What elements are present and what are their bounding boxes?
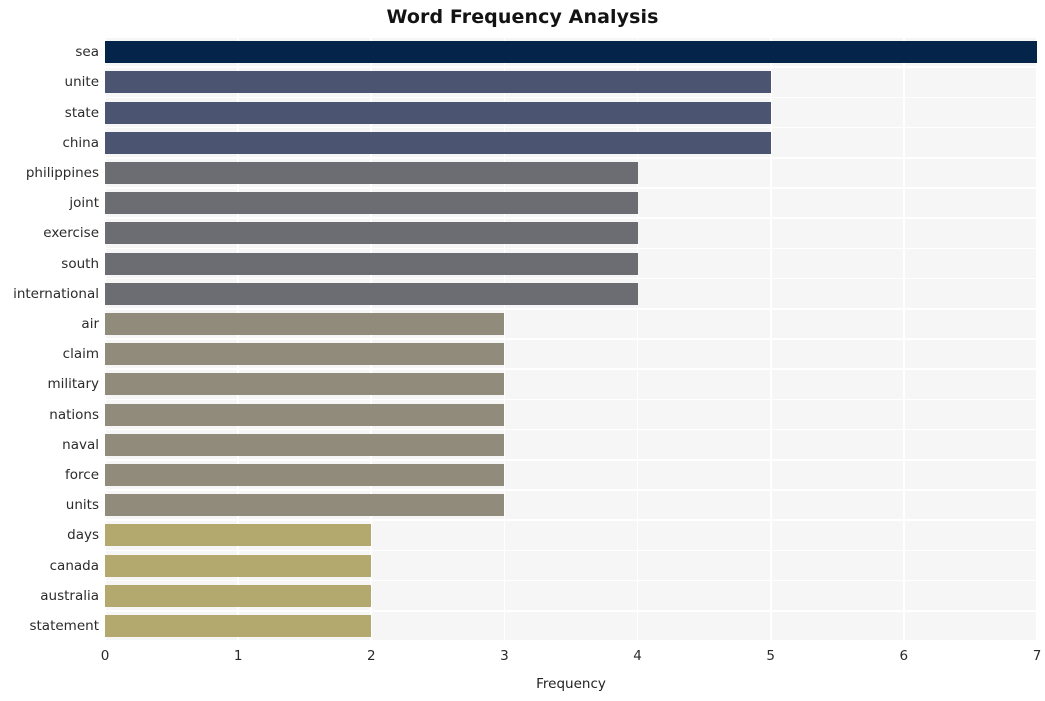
bar-south xyxy=(105,252,638,275)
gridline-y-20 xyxy=(105,640,1037,641)
y-tick-label-days: days xyxy=(67,527,99,544)
gridline-y-12 xyxy=(105,398,1037,401)
gridline-y-18 xyxy=(105,579,1037,582)
bar-sea xyxy=(105,41,1037,64)
gridline-y-13 xyxy=(105,428,1037,431)
bar-joint xyxy=(105,192,638,215)
bar-air xyxy=(105,312,505,335)
y-tick-label-international: international xyxy=(13,285,99,302)
bar-australia xyxy=(105,584,372,607)
y-tick-label-south: south xyxy=(61,255,99,272)
y-tick-label-sea: sea xyxy=(75,44,99,61)
bar-unite xyxy=(105,71,771,94)
gridline-y-9 xyxy=(105,308,1037,310)
gridline-y-15 xyxy=(105,489,1037,491)
gridline-y-11 xyxy=(105,368,1037,370)
x-tick-label-6: 6 xyxy=(899,648,909,664)
y-axis-tick-labels: sea unite state china philippines joint exerci… xyxy=(0,37,99,641)
bar-philippines xyxy=(105,161,638,184)
bar-china xyxy=(105,131,771,154)
gridline-y-10 xyxy=(105,338,1037,340)
x-tick-label-5: 5 xyxy=(766,648,775,664)
gridline-y-17 xyxy=(105,549,1037,552)
gridline-y-7 xyxy=(105,247,1037,250)
gridline-y-19 xyxy=(105,610,1037,612)
y-tick-label-force: force xyxy=(65,466,99,483)
y-tick-label-canada: canada xyxy=(49,557,99,574)
x-tick-label-3: 3 xyxy=(500,648,509,664)
x-tick-label-2: 2 xyxy=(366,648,376,664)
bar-state xyxy=(105,101,771,124)
bar-claim xyxy=(105,343,505,366)
bar-naval xyxy=(105,433,505,456)
gridline-y-2 xyxy=(105,96,1037,99)
bar-force xyxy=(105,463,505,486)
bar-units xyxy=(105,494,505,517)
bar-exercise xyxy=(105,222,638,245)
y-tick-label-naval: naval xyxy=(62,436,99,453)
gridline-y-16 xyxy=(105,519,1037,521)
bar-statement xyxy=(105,614,372,637)
gridline-y-0 xyxy=(105,37,1037,38)
y-tick-label-exercise: exercise xyxy=(43,225,99,242)
chart-figure: Word Frequency Analysis sea unite state chi… xyxy=(0,0,1045,701)
y-tick-label-state: state xyxy=(64,104,99,121)
y-tick-label-australia: australia xyxy=(40,587,99,604)
y-tick-label-military: military xyxy=(47,376,99,393)
y-tick-label-claim: claim xyxy=(62,346,99,363)
y-tick-label-air: air xyxy=(81,315,99,332)
gridline-y-5 xyxy=(105,187,1037,189)
bar-military xyxy=(105,373,505,396)
page-title: Word Frequency Analysis xyxy=(386,6,659,28)
bar-canada xyxy=(105,554,372,577)
plot-area xyxy=(105,37,1037,641)
gridline-y-3 xyxy=(105,126,1037,129)
bar-days xyxy=(105,524,372,547)
gridline-y-6 xyxy=(105,217,1037,219)
y-tick-label-china: china xyxy=(62,134,99,151)
y-tick-label-unite: unite xyxy=(64,74,99,91)
bar-nations xyxy=(105,403,505,426)
bar-international xyxy=(105,282,638,305)
y-tick-label-units: units xyxy=(65,497,99,514)
x-axis-tick-labels: 0 1 2 3 4 5 6 7 xyxy=(0,648,1045,668)
gridline-y-14 xyxy=(105,459,1037,461)
y-tick-label-statement: statement xyxy=(29,617,99,634)
x-tick-label-1: 1 xyxy=(233,648,243,664)
gridline-y-1 xyxy=(105,66,1037,68)
y-tick-label-philippines: philippines xyxy=(25,164,99,181)
gridline-y-8 xyxy=(105,277,1037,280)
gridline-y-4 xyxy=(105,157,1037,159)
x-axis-title: Frequency xyxy=(536,676,606,692)
x-tick-label-0: 0 xyxy=(100,648,110,664)
y-tick-label-nations: nations xyxy=(49,406,99,423)
x-tick-label-4: 4 xyxy=(633,648,642,664)
y-tick-label-joint: joint xyxy=(69,195,99,212)
x-tick-label-7: 7 xyxy=(1032,648,1042,664)
